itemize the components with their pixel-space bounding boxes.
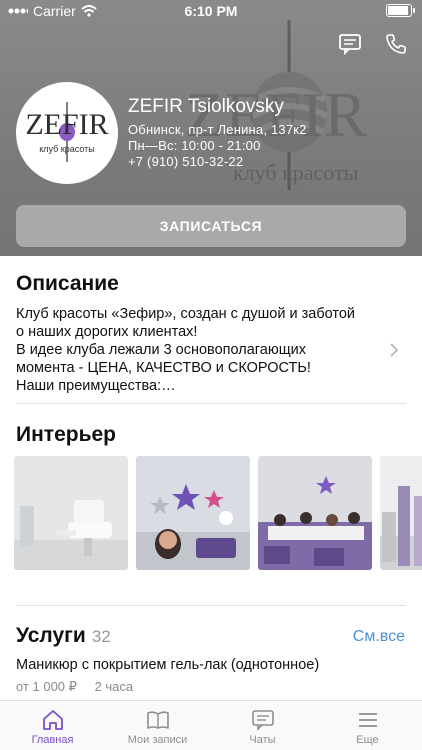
chevron-right-icon[interactable] [388,342,400,358]
description-line: В идее клуба лежали 3 основополагающих [16,342,306,358]
battery-icon [386,4,415,17]
divider [16,403,406,404]
services-count: 32 [91,627,111,646]
services-title-label: Услуги [16,624,86,647]
description-title: Описание [16,272,119,295]
chat-icon [251,710,274,731]
description-text[interactable]: Клуб красоты «Зефир», создан с душой и з… [16,305,376,395]
salon-phone[interactable]: +7 (910) 510-32-22 [128,154,243,169]
watermark-subtitle: клуб красоты [233,160,359,185]
chat-bubble-icon[interactable] [338,32,362,56]
hallway-photo[interactable] [380,456,422,570]
salon-address: Обнинск, пр-т Ленина, 137к2 [128,122,307,137]
description-line: Клуб красоты «Зефир», создан с душой и з… [16,306,356,322]
salon-hours: Пн—Вс: 10:00 - 21:00 [128,138,261,153]
battery-level [388,6,408,15]
description-line: Наши преимущества:… [16,378,176,394]
tab-chats[interactable]: Чаты [210,701,315,750]
tab-home[interactable]: Главная [0,701,105,750]
description-line: момента - ЦЕНА, КАЧЕСТВО и СКОРОСТЬ! [16,360,311,376]
tab-my-bookings-label: Мои записи [127,734,188,746]
logo-subtitle: клуб красоты [39,144,95,154]
divider [16,605,406,606]
salon-header: ZEFIR клуб красоты Carrier 6:10 PM ZEFIR… [0,0,422,256]
salon-logo: ZEFIR клуб красоты [16,82,118,184]
service-price: от 1 000 ₽ [16,679,77,694]
interior-gallery[interactable] [14,456,422,571]
tab-bar: Главная Мои записи Чаты Еще [0,700,422,750]
home-icon [42,710,63,730]
book-icon [146,711,169,729]
tab-chats-label: Чаты [249,734,276,746]
description-line: о наших дорогих клиентах! [16,324,198,340]
service-name[interactable]: Маникюр с покрытием гель-лак (однотонное… [16,657,319,673]
lounge-balloons-photo[interactable] [136,456,250,570]
pedicure-room-photo[interactable] [14,456,128,570]
menu-icon [358,713,377,727]
logo-text: ZEFIR [25,108,109,141]
manicure-hall-photo[interactable] [258,456,372,570]
service-duration: 2 часа [94,679,134,694]
tab-home-label: Главная [31,734,74,746]
interior-title: Интерьер [16,423,116,446]
book-appointment-button[interactable]: ЗАПИСАТЬСЯ [16,205,406,247]
tab-more-label: Еще [356,734,379,746]
status-time: 6:10 PM [184,3,238,19]
phone-icon[interactable] [384,32,408,56]
salon-name: ZEFIR Tsiolkovsky [128,96,284,117]
services-title: Услуги 32 [16,624,111,648]
tab-my-bookings[interactable]: Мои записи [105,701,210,750]
service-meta: от 1 000 ₽ 2 часа [16,679,147,695]
see-all-services-link[interactable]: См.все [353,628,405,646]
tab-more[interactable]: Еще [315,701,420,750]
status-bar: Carrier 6:10 PM [0,0,422,22]
